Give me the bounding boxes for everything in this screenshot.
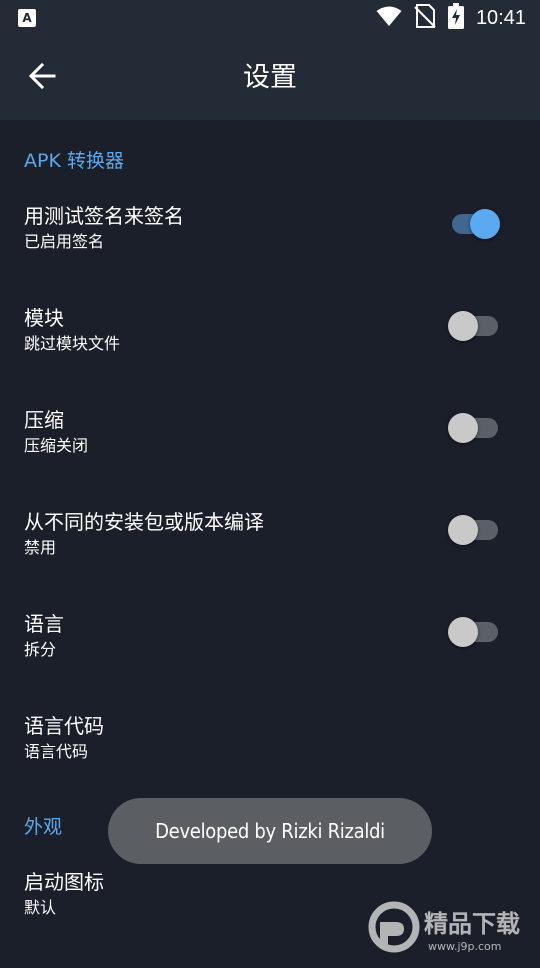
pref-summary: 默认 — [24, 894, 56, 918]
pref-summary: 禁用 — [24, 534, 56, 558]
battery-charging-icon — [448, 3, 464, 33]
status-icons: 10:41 — [376, 0, 526, 36]
back-button[interactable] — [20, 56, 64, 100]
modules-toggle-switch[interactable] — [448, 310, 500, 340]
compile-toggle-switch[interactable] — [448, 514, 500, 544]
pref-sign-with-test-key[interactable]: 用测试签名来签名 已启用签名 — [0, 200, 540, 302]
pref-summary: 压缩关闭 — [24, 432, 88, 456]
compression-toggle-switch[interactable] — [448, 412, 500, 442]
arrow-left-icon — [28, 62, 56, 94]
switch-thumb — [448, 617, 478, 647]
pref-summary: 跳过模块文件 — [24, 330, 120, 354]
pref-language[interactable]: 语言 拆分 — [0, 608, 540, 710]
page-title: 设置 — [0, 36, 540, 120]
status-time: 10:41 — [476, 7, 526, 30]
pref-compile-from-different-packages[interactable]: 从不同的安装包或版本编译 禁用 — [0, 506, 540, 608]
switch-thumb — [448, 311, 478, 341]
section-header-appearance: 外观 — [24, 812, 62, 839]
no-signal-icon — [414, 4, 436, 32]
pref-modules[interactable]: 模块 跳过模块文件 — [0, 302, 540, 404]
pref-title: 从不同的安装包或版本编译 — [24, 506, 264, 535]
section-header-apk-converter: APK 转换器 — [24, 146, 124, 173]
wifi-icon — [376, 5, 402, 31]
switch-thumb — [470, 209, 500, 239]
language-toggle-switch[interactable] — [448, 616, 500, 646]
status-bar: A 10:41 — [0, 0, 540, 36]
pref-language-code[interactable]: 语言代码 语言代码 — [0, 710, 540, 812]
switch-thumb — [448, 413, 478, 443]
sign-toggle-switch[interactable] — [448, 208, 500, 238]
pref-title: 语言代码 — [24, 710, 104, 739]
watermark-logo: 精品下载 www.j9p.com — [366, 896, 534, 958]
app-bar: 设置 — [0, 36, 540, 120]
pref-summary: 拆分 — [24, 636, 56, 660]
switch-thumb — [448, 515, 478, 545]
pref-summary: 语言代码 — [24, 738, 88, 762]
watermark-url: www.j9p.com — [428, 940, 502, 953]
pref-title: 模块 — [24, 302, 64, 331]
pref-title: 压缩 — [24, 404, 64, 433]
app-notification-icon: A — [18, 9, 36, 27]
pref-title: 用测试签名来签名 — [24, 200, 184, 229]
pref-compression[interactable]: 压缩 压缩关闭 — [0, 404, 540, 506]
watermark-brand: 精品下载 — [424, 910, 520, 938]
toast-message: Developed by Rizki Rizaldi — [108, 798, 432, 864]
pref-title: 启动图标 — [24, 866, 104, 895]
pref-title: 语言 — [24, 608, 64, 637]
pref-summary: 已启用签名 — [24, 228, 104, 252]
